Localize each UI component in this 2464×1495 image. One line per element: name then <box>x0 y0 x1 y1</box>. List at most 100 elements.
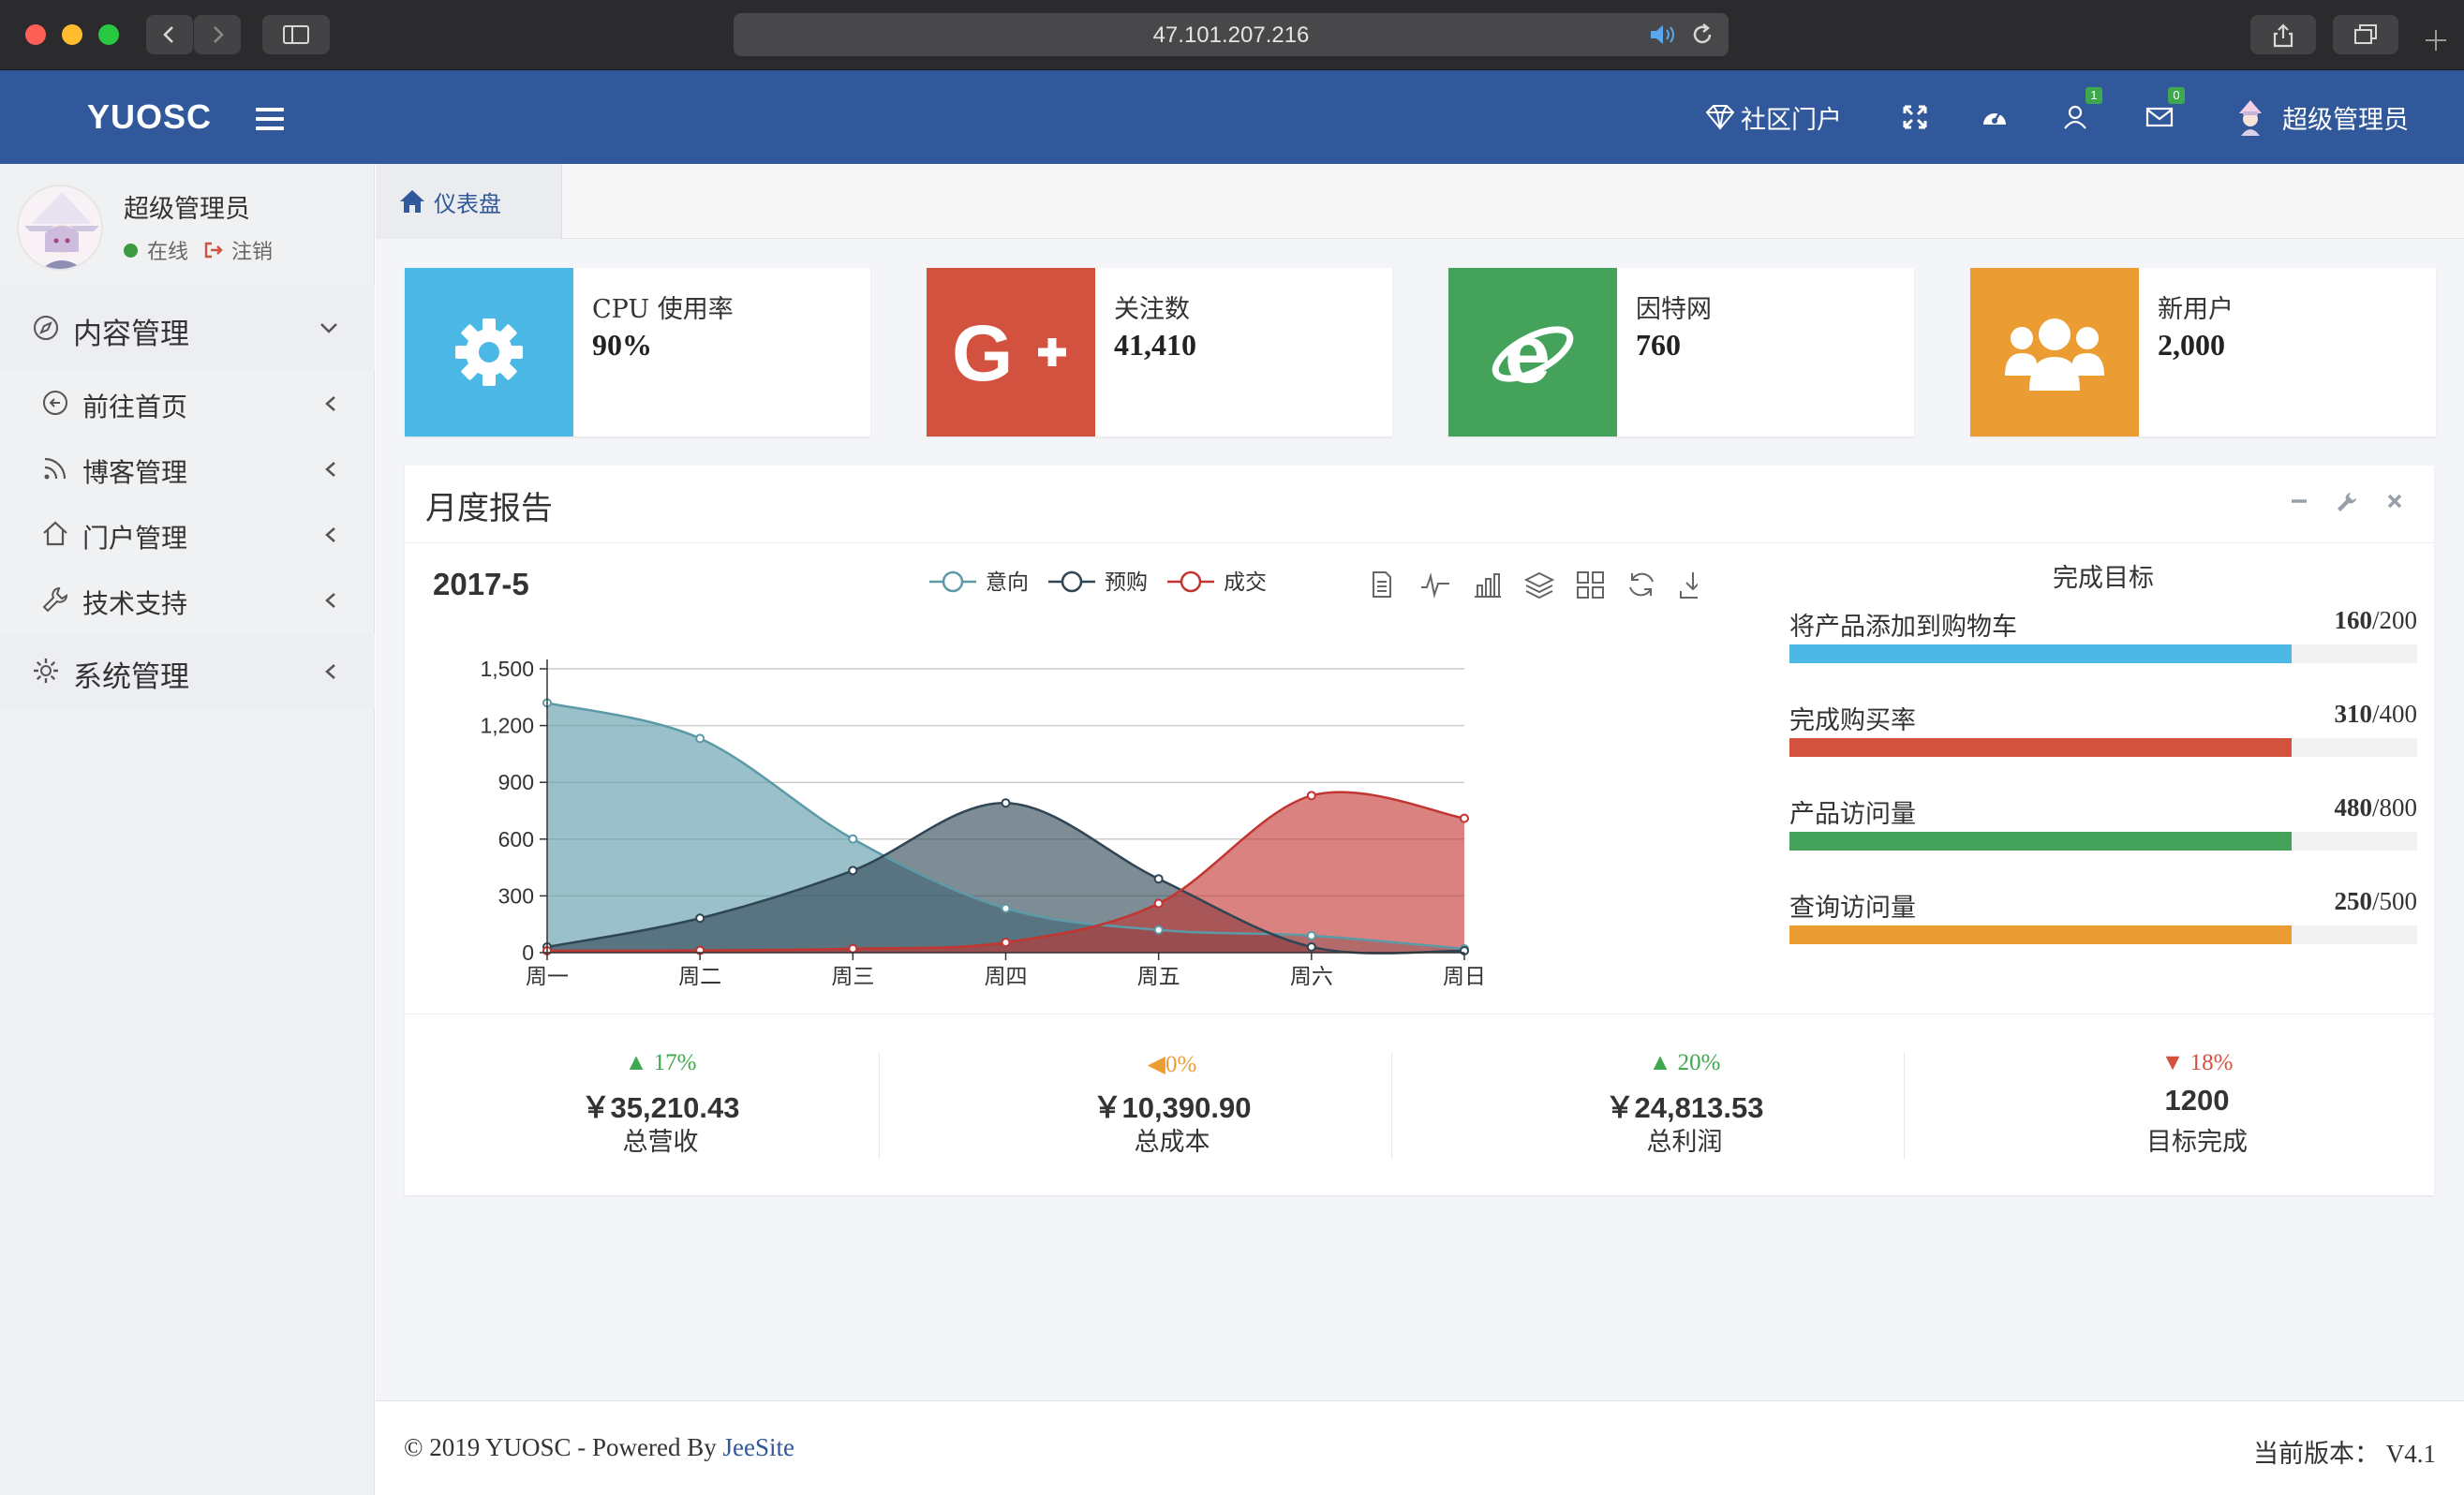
menu-toggle-button[interactable] <box>256 108 284 136</box>
zoom-window-button[interactable] <box>98 24 119 45</box>
chevron-left-icon <box>325 462 335 477</box>
goal-progress-fill <box>1789 832 2292 851</box>
sidebar-item-support[interactable]: 技术支持 <box>0 567 375 632</box>
expand-icon <box>1903 105 1927 129</box>
data-point[interactable] <box>1001 903 1011 913</box>
line-chart-icon[interactable] <box>1421 572 1449 599</box>
legend-item[interactable]: 意向 <box>929 570 1029 595</box>
envelope-icon <box>2145 107 2174 127</box>
stat-label: 总营收 <box>622 1128 699 1157</box>
minimize-icon[interactable] <box>2288 490 2310 512</box>
app-logo[interactable]: YUOSC <box>87 97 212 137</box>
x-tick-label: 周四 <box>985 965 1028 989</box>
caret-up-icon: ▲ <box>624 1050 648 1075</box>
data-point[interactable] <box>1001 938 1011 948</box>
bar-chart-icon[interactable] <box>1475 573 1501 598</box>
stack-icon[interactable] <box>1523 571 1555 599</box>
stat-separator <box>1391 1052 1392 1160</box>
data-point[interactable] <box>848 866 858 876</box>
restore-icon[interactable] <box>1629 572 1654 597</box>
tab-dashboard[interactable]: 仪表盘 <box>376 164 562 239</box>
data-point[interactable] <box>848 943 858 954</box>
fullscreen-button[interactable] <box>1902 70 1928 164</box>
info-box-value: 2,000 <box>2158 328 2225 362</box>
forward-button[interactable] <box>194 15 241 54</box>
data-point[interactable] <box>1153 874 1164 884</box>
data-point[interactable] <box>1153 925 1164 935</box>
wrench-icon <box>42 586 68 613</box>
mail-button[interactable] <box>2145 70 2174 164</box>
avatar-image <box>19 186 101 269</box>
data-point[interactable] <box>1001 798 1011 808</box>
data-point[interactable] <box>1306 941 1316 952</box>
data-view-icon[interactable] <box>1373 571 1391 598</box>
data-point[interactable] <box>695 913 705 924</box>
goal-label: 产品访问量 <box>1789 800 1916 829</box>
speaker-icon[interactable] <box>1648 22 1680 48</box>
reload-icon[interactable] <box>1689 22 1715 48</box>
minimize-window-button[interactable] <box>62 24 82 45</box>
wrench-icon[interactable] <box>2335 490 2359 514</box>
sidebar-item-system[interactable]: 系统管理 <box>0 634 375 709</box>
dashboard-button[interactable] <box>1981 70 2009 164</box>
data-point[interactable] <box>1306 791 1316 801</box>
gear-icon <box>34 659 58 683</box>
caret-up-icon: ▲ <box>1648 1050 1672 1075</box>
x-tick-label: 周六 <box>1290 965 1333 989</box>
sidebar-item-home[interactable]: 前往首页 <box>0 370 375 436</box>
portal-label: 社区门户 <box>1741 105 1842 135</box>
sidebar-item-content[interactable]: 内容管理 <box>0 286 375 370</box>
stat-profit: ▲ 20% ￥24,813.53 总利润 <box>1429 1014 1940 1195</box>
new-tab-button[interactable] <box>2422 26 2450 58</box>
data-point[interactable] <box>1460 813 1469 823</box>
goal-item: 完成购买率 310/400 <box>1789 700 2417 775</box>
tabs-icon <box>2354 24 2377 44</box>
user-badge: 1 <box>2085 87 2102 104</box>
y-tick-label: 1,500 <box>480 657 534 681</box>
sidebar-toggle-button[interactable] <box>262 15 330 54</box>
info-box-icon-area <box>405 268 573 437</box>
jeesite-link[interactable]: JeeSite <box>723 1433 794 1461</box>
download-icon[interactable] <box>1680 572 1698 599</box>
data-point[interactable] <box>848 834 858 844</box>
mail-badge: 0 <box>2168 87 2185 104</box>
legend-item[interactable]: 预购 <box>1048 570 1148 595</box>
goals-title: 完成目标 <box>2053 564 2154 593</box>
tabs-overview-button[interactable] <box>2333 15 2398 54</box>
info-box-value: 41,410 <box>1114 328 1196 362</box>
goal-progress-track <box>1789 925 2417 944</box>
close-window-button[interactable] <box>25 24 46 45</box>
footer: © 2019 YUOSC - Powered By JeeSite 当前版本： … <box>376 1400 2464 1495</box>
share-button[interactable] <box>2250 15 2316 54</box>
data-point[interactable] <box>1306 930 1316 940</box>
close-icon[interactable] <box>2383 490 2406 512</box>
info-box-title: 因特网 <box>1636 295 1712 324</box>
y-tick-label: 300 <box>498 883 534 908</box>
info-box-icon-area <box>1970 268 2139 437</box>
compass-icon <box>34 316 58 340</box>
avatar[interactable] <box>17 185 103 271</box>
info-box-internet: e 因特网 760 <box>1448 268 1914 437</box>
area-chart[interactable]: 0 300 600 900 1,200 1,500 周一 周二 周三 周四 周五 周六 周日 意向 预购 成… <box>405 542 1698 1014</box>
sidebar-item-blog[interactable]: 博客管理 <box>0 436 375 501</box>
stat-label: 目标完成 <box>2146 1128 2248 1157</box>
goal-value: 310/400 <box>2334 700 2417 728</box>
data-point[interactable] <box>1153 898 1164 909</box>
portal-link[interactable]: 社区门户 <box>1705 70 1842 164</box>
main-content: 仪表盘 CPU 使用率 90% G 关注数 41,410 e 因特网 760 新… <box>376 164 2464 1400</box>
legend-label: 意向 <box>986 570 1029 595</box>
tiled-icon[interactable] <box>1577 571 1604 599</box>
data-point[interactable] <box>695 733 705 744</box>
legend-item[interactable]: 成交 <box>1167 570 1267 595</box>
address-bar[interactable]: 47.101.207.216 <box>734 13 1729 56</box>
user-notification-button[interactable] <box>2063 70 2091 164</box>
user-menu[interactable]: 超级管理员 <box>2234 70 2409 164</box>
stat-label: 总利润 <box>1646 1128 1723 1157</box>
summary-stats: ▲ 17% ￥35,210.43 总营收 ◀0% ￥10,390.90 总成本 … <box>405 1014 2434 1195</box>
logout-link[interactable]: 注销 <box>231 235 273 265</box>
panel-tools <box>2288 490 2406 514</box>
stat-amount: 1200 <box>2164 1084 2230 1117</box>
back-button[interactable] <box>146 15 193 54</box>
sidebar-item-portal[interactable]: 门户管理 <box>0 501 375 567</box>
browser-titlebar: 47.101.207.216 <box>0 0 2464 70</box>
